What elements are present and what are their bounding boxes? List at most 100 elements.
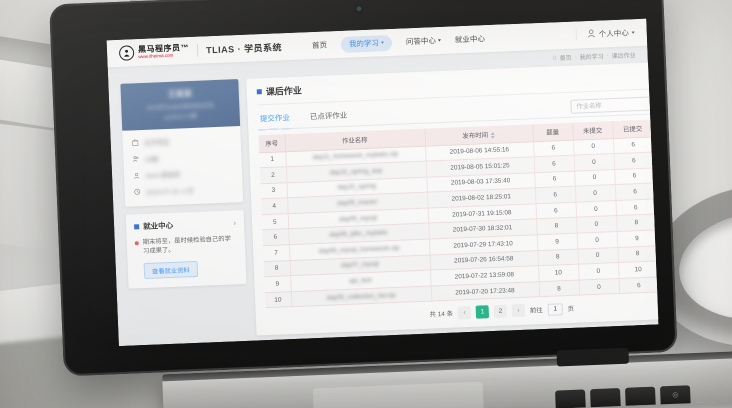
cell-reviewed: 0 <box>655 197 658 214</box>
keyboard-key <box>590 388 621 407</box>
nav-item-job-center[interactable]: 就业中心 <box>455 33 485 45</box>
cell-total: 6 <box>534 155 575 172</box>
breadcrumb-item[interactable]: 首页 <box>559 53 571 62</box>
cell-not-submitted: 0 <box>574 169 615 186</box>
col-header-reviewed: 已点评 <box>652 118 658 137</box>
itheima-logo[interactable]: 黑马程序员™ www.itheima.com <box>119 43 190 61</box>
user-icon <box>133 172 140 179</box>
divider <box>197 44 199 57</box>
cell-submitted: 6 <box>615 199 656 216</box>
col-header-submitted: 已提交 <box>612 120 653 139</box>
profile-card: 王某某 2019年JavaEE就业班(北京) jzy2019-19期 北京校区 <box>120 79 243 206</box>
breadcrumb-item[interactable]: 我的学习 <box>579 51 603 61</box>
col-header-index: 序号 <box>259 134 286 152</box>
cell-not-submitted: 0 <box>575 185 616 202</box>
pagination-page-1[interactable]: 1 <box>476 306 490 320</box>
cell-index: 3 <box>260 182 287 199</box>
info-text-blurred: 2019-07-15 入学 <box>146 184 194 196</box>
job-card-message: 期末将至，是时候检验自己的学习成果了。 <box>135 234 238 257</box>
homework-table: 序号 作业名称 发布时间 题量 未提交 已提交 已点评 操作 <box>259 116 659 308</box>
nav-item-label: 问答中心 <box>406 35 436 47</box>
breadcrumb-item: 课后作业 <box>611 50 635 60</box>
laptop-screen: 黑马程序员™ www.itheima.com TLIAS · 学员系统 首页 我… <box>107 19 659 346</box>
cell-total: 10 <box>538 264 579 281</box>
cell-total: 8 <box>539 280 580 297</box>
user-menu-label: 个人中心 <box>599 27 629 39</box>
laptop: 黑马程序员™ www.itheima.com TLIAS · 学员系统 首页 我… <box>39 0 697 408</box>
nav-item-qa-center[interactable]: 问答中心 ▾ <box>406 35 441 47</box>
horse-logo-icon <box>119 45 135 61</box>
cell-reviewed: 0 <box>657 228 659 245</box>
profile-header: 王某某 2019年JavaEE就业班(北京) jzy2019-19期 <box>120 79 240 131</box>
pagination-page-2[interactable]: 2 <box>494 305 508 319</box>
sort-icons[interactable] <box>491 131 495 138</box>
job-message-text: 期末将至，是时候检验自己的学习成果了。 <box>143 234 238 257</box>
info-item-campus: 北京校区 <box>132 133 232 147</box>
view-job-materials-button[interactable]: 查看就业资料 <box>144 261 198 279</box>
pagination-goto-suffix: 页 <box>568 304 575 313</box>
cell-index: 8 <box>264 260 291 277</box>
nav-menu: 首页 我的学习 ▾ 问答中心 ▾ 就业中心 <box>312 31 486 54</box>
cell-submitted: 6 <box>613 136 654 153</box>
col-header-total: 题量 <box>532 123 573 142</box>
cell-index: 2 <box>260 167 287 184</box>
page-title-text: 课后作业 <box>266 84 303 98</box>
logo-url: www.itheima.com <box>138 53 189 60</box>
school-icon <box>132 139 139 146</box>
webcam <box>356 6 361 11</box>
job-card-header[interactable]: 就业中心 › <box>134 217 236 232</box>
sort-desc-icon[interactable] <box>491 135 495 138</box>
table-body: 1 day11_homework_mybatis.zip 2019-08-06 … <box>259 133 658 308</box>
info-item-enroll-date: 2019-07-15 入学 <box>134 183 234 197</box>
breadcrumb-separator: · <box>607 53 609 59</box>
pagination-total: 共 14 条 <box>429 309 453 319</box>
breadcrumb-separator: · <box>575 54 577 60</box>
cell-not-submitted: 0 <box>575 200 616 217</box>
product-title: TLIAS · 学员系统 <box>206 40 282 56</box>
sort-asc-icon[interactable] <box>491 131 495 134</box>
cell-not-submitted: 0 <box>577 232 618 249</box>
tab-submit-homework[interactable]: 提交作业 <box>258 109 293 130</box>
info-text-blurred: 北京校区 <box>144 136 170 147</box>
pagination-next-button[interactable]: › <box>512 304 526 318</box>
pagination-prev-button[interactable]: ‹ <box>458 306 472 320</box>
cell-index: 10 <box>265 291 292 308</box>
nav-item-home[interactable]: 首页 <box>312 40 327 52</box>
col-header-notsubmitted: 未提交 <box>572 121 613 140</box>
keyboard-key <box>625 387 656 406</box>
cell-total: 9 <box>537 233 578 250</box>
profile-line-blurred: jzy2019-19期 <box>128 110 234 122</box>
notice-dot <box>135 241 139 245</box>
cell-not-submitted: 0 <box>573 138 614 155</box>
cell-reviewed: 0 <box>654 150 659 167</box>
info-text-blurred: 19期 <box>144 153 158 164</box>
home-icon: ⌂ <box>552 54 557 61</box>
chevron-down-icon: ▾ <box>632 30 635 36</box>
profile-info-list: 北京校区 19期 Java 基础班 <box>122 126 243 206</box>
cell-index: 6 <box>262 229 289 246</box>
nav-item-my-learning[interactable]: 我的学习 ▾ <box>341 34 393 52</box>
user-icon <box>587 29 596 40</box>
laptop-bezel: 黑马程序员™ www.itheima.com TLIAS · 学员系统 首页 我… <box>49 0 677 376</box>
cell-not-submitted: 0 <box>579 278 620 295</box>
cell-total: 8 <box>537 249 578 266</box>
job-center-card: 就业中心 › 期末将至，是时候检验自己的学习成果了。 查看就业资料 <box>126 209 247 289</box>
homework-search-input[interactable] <box>570 96 658 114</box>
desk-scene: 黑马程序员™ www.itheima.com TLIAS · 学员系统 首页 我… <box>0 0 732 408</box>
pagination-goto-input[interactable] <box>547 303 562 316</box>
homework-panel: 课后作业 提交作业 已点评作业 搜索 重置 <box>246 59 658 336</box>
cell-index: 5 <box>262 214 289 231</box>
cell-total: 6 <box>533 140 574 157</box>
chevron-down-icon: ▾ <box>381 40 384 46</box>
cell-reviewed: 0 <box>655 182 659 199</box>
time-icon <box>134 188 141 195</box>
cell-reviewed: 0 <box>658 260 659 277</box>
cell-submitted: 10 <box>618 261 659 278</box>
user-menu[interactable]: 个人中心 ▾ <box>576 27 635 40</box>
cell-index: 9 <box>264 276 291 293</box>
info-text-blurred: Java 基础班 <box>145 169 180 180</box>
cell-reviewed: 0 <box>657 244 658 261</box>
cell-index: 4 <box>261 198 288 215</box>
cell-index: 1 <box>259 151 286 168</box>
info-item-session: 19期 <box>132 150 232 164</box>
